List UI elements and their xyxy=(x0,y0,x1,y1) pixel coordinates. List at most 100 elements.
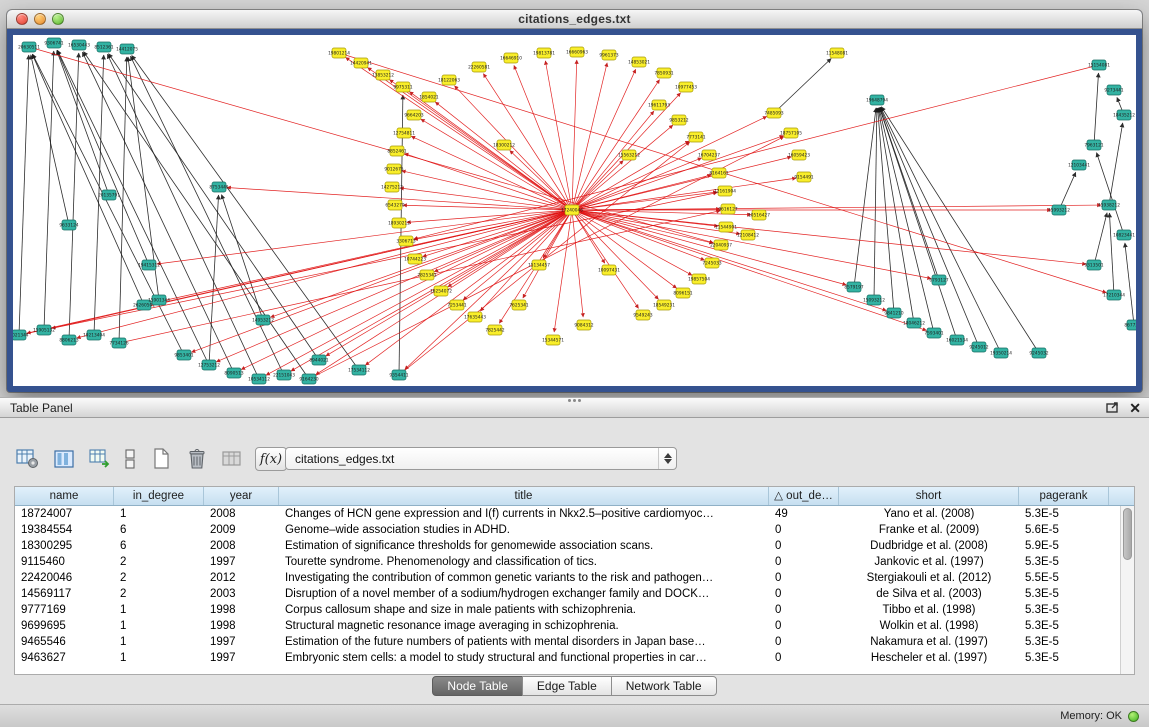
graph-node[interactable]: 9164230 xyxy=(299,374,318,384)
graph-node[interactable]: 7245033 xyxy=(702,258,721,268)
graph-node[interactable]: 9853212 xyxy=(669,115,688,125)
graph-node[interactable]: 7253441 xyxy=(447,300,466,310)
graph-node[interactable]: 16254072 xyxy=(430,286,452,296)
graph-node[interactable]: 9084312 xyxy=(574,320,593,330)
graph-node[interactable]: 16059423 xyxy=(788,150,810,160)
graph-node[interactable]: 8096151 xyxy=(673,288,692,298)
graph-node[interactable]: 19801214 xyxy=(328,48,350,58)
function-builder-button[interactable]: f(x) xyxy=(255,447,287,471)
graph-node[interactable]: 14412075 xyxy=(116,44,138,54)
graph-node[interactable]: 14275212 xyxy=(381,182,403,192)
tab-node-table[interactable]: Node Table xyxy=(432,676,523,696)
graph-node[interactable]: 17635443 xyxy=(464,312,486,322)
graph-node[interactable]: 7963121 xyxy=(1084,140,1103,150)
graph-node[interactable]: 12754811 xyxy=(393,128,415,138)
graph-node[interactable]: 9354411 xyxy=(389,370,408,380)
graph-node[interactable]: 9012675 xyxy=(384,164,403,174)
graph-node[interactable]: 8806213 xyxy=(59,335,78,345)
rows-icon[interactable] xyxy=(122,446,138,472)
graph-node[interactable]: 7625341 xyxy=(509,300,528,310)
graph-node[interactable]: 19813781 xyxy=(533,48,555,58)
graph-node[interactable]: 9853401 xyxy=(174,350,193,360)
graph-node[interactable]: 9154491 xyxy=(794,172,813,182)
new-file-icon[interactable] xyxy=(147,446,174,472)
graph-node[interactable]: 9273441 xyxy=(1104,85,1123,95)
table-settings-icon[interactable] xyxy=(14,446,41,472)
graph-node[interactable]: 9245012 xyxy=(969,342,988,352)
graph-node[interactable]: 16646910 xyxy=(500,53,522,63)
table-row[interactable]: 977716911998Corpus callosum shape and si… xyxy=(15,602,1134,618)
column-header-short[interactable]: short xyxy=(839,487,1019,505)
tab-network-table[interactable]: Network Table xyxy=(611,676,717,696)
graph-node[interactable]: 8164161 xyxy=(709,168,728,178)
graph-node[interactable]: 16704237 xyxy=(698,150,720,160)
graph-node[interactable]: 9306741 xyxy=(44,38,63,48)
graph-node[interactable]: 7850931 xyxy=(654,68,673,78)
column-header-out_degree[interactable]: △ out_de… xyxy=(769,487,839,505)
graph-node[interactable]: 7485093 xyxy=(764,108,783,118)
table-row[interactable]: 1830029562008Estimation of significance … xyxy=(15,538,1134,554)
graph-node[interactable]: 9021344 xyxy=(13,330,29,340)
float-panel-icon[interactable] xyxy=(1106,402,1119,413)
graph-node[interactable]: 18435212 xyxy=(1113,110,1135,120)
graph-node[interactable]: 13853212 xyxy=(372,70,394,80)
panel-splitter-handle[interactable] xyxy=(566,399,582,405)
graph-node[interactable]: 15093212 xyxy=(863,295,885,305)
graph-node[interactable]: 19611793 xyxy=(648,100,670,110)
graph-node[interactable]: 19415312 xyxy=(138,260,160,270)
column-header-in_degree[interactable]: in_degree xyxy=(114,487,204,505)
table-row[interactable]: 911546021997Tourette syndrome. Phenomeno… xyxy=(15,554,1134,570)
graph-node[interactable]: 18757105 xyxy=(780,128,802,138)
graph-node[interactable]: 12108412 xyxy=(737,230,759,240)
graph-node[interactable]: 19857504 xyxy=(688,274,710,284)
graph-node[interactable]: 12103441 xyxy=(1068,160,1090,170)
graph-node[interactable]: 14420941 xyxy=(350,58,372,68)
table-row[interactable]: 946362711997Embryonic stem cells: a mode… xyxy=(15,650,1134,666)
column-header-name[interactable]: name xyxy=(15,487,114,505)
graph-node[interactable]: 7734126 xyxy=(109,338,128,348)
graph-node[interactable]: 15901344 xyxy=(148,295,170,305)
graph-node[interactable]: 14853021 xyxy=(628,57,650,67)
graph-node[interactable]: 19648794 xyxy=(866,95,888,105)
graph-node[interactable]: 15993212 xyxy=(1048,205,1070,215)
graph-node[interactable]: 10977453 xyxy=(675,82,697,92)
graph-node[interactable]: 8579197 xyxy=(844,282,863,292)
table-row[interactable]: 1456911722003Disruption of a novel membe… xyxy=(15,586,1134,602)
column-header-title[interactable]: title xyxy=(279,487,769,505)
graph-node[interactable]: 9616127 xyxy=(718,204,737,214)
graph-node[interactable]: 8512361 xyxy=(94,42,113,52)
graph-node[interactable]: 7773141 xyxy=(686,132,705,142)
graph-node[interactable]: 18300212 xyxy=(493,140,515,150)
table-row[interactable]: 969969511998Structural magnetic resonanc… xyxy=(15,618,1134,634)
graph-node[interactable]: 15938212 xyxy=(1098,200,1120,210)
import-table-icon[interactable] xyxy=(86,446,113,472)
table-row[interactable]: 2242004622012Investigating the contribut… xyxy=(15,570,1134,586)
close-panel-icon[interactable]: ✕ xyxy=(1129,401,1141,415)
columns-icon[interactable] xyxy=(50,446,77,472)
graph-node[interactable]: 18930212 xyxy=(388,218,410,228)
graph-node[interactable]: 6543270 xyxy=(385,200,404,210)
graph-node[interactable]: 16660963 xyxy=(566,47,588,57)
graph-node[interactable]: 9245032 xyxy=(1029,348,1048,358)
column-header-pagerank[interactable]: pagerank xyxy=(1019,487,1109,505)
graph-node[interactable]: 7825341 xyxy=(417,270,436,280)
graph-node[interactable]: 16530443 xyxy=(68,40,90,50)
graph-node[interactable]: 9664203 xyxy=(404,110,423,120)
zoom-window-button[interactable] xyxy=(52,13,64,25)
graph-node[interactable]: 15134457 xyxy=(528,260,550,270)
graph-node[interactable]: 8753441 xyxy=(209,182,228,192)
tab-edge-table[interactable]: Edge Table xyxy=(522,676,612,696)
graph-node[interactable]: 10097431 xyxy=(598,265,620,275)
graph-node[interactable]: 8944021 xyxy=(309,355,328,365)
graph-node[interactable]: 12161904 xyxy=(714,186,736,196)
table-selector-dropdown[interactable]: citations_edges.txt xyxy=(285,447,677,470)
trash-icon[interactable] xyxy=(183,446,210,472)
table-vertical-scrollbar[interactable] xyxy=(1120,506,1134,674)
graph-node[interactable]: 15905132 xyxy=(33,325,55,335)
graph-node[interactable]: 19350214 xyxy=(990,348,1012,358)
graph-node[interactable]: 15344571 xyxy=(542,335,564,345)
graph-node[interactable]: 18046212 xyxy=(903,318,925,328)
scrollbar-thumb[interactable] xyxy=(1123,508,1132,560)
table-disabled-icon[interactable] xyxy=(219,446,246,472)
table-row[interactable]: 946554611997Estimation of the future num… xyxy=(15,634,1134,650)
